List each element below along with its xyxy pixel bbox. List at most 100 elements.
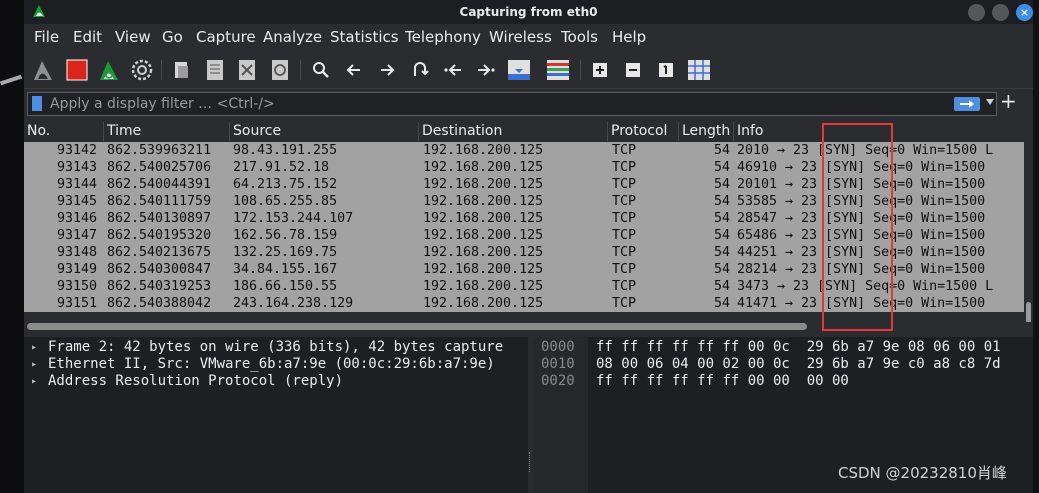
desktop-background-left [0, 0, 24, 493]
byte-hex-row[interactable]: ff ff ff ff ff ff 00 0c 29 6b a7 9e 08 0… [596, 339, 1036, 356]
packet-time: 862.540111759 [107, 194, 212, 209]
restart-capture-button[interactable] [96, 57, 122, 83]
packet-length: 54 [714, 279, 731, 294]
packet-no: 93144 [57, 177, 98, 192]
expand-arrow-icon[interactable]: ▸ [31, 339, 37, 356]
arrow-right-icon [381, 64, 395, 76]
main-toolbar [24, 52, 1033, 89]
go-forward-button[interactable] [374, 57, 400, 83]
packet-no: 93151 [57, 296, 98, 311]
toolbar-separator [300, 60, 301, 80]
reload-file-button[interactable] [267, 57, 293, 83]
go-last-packet-button[interactable] [473, 57, 499, 83]
open-file-button[interactable] [168, 57, 194, 83]
packet-destination: 192.168.200.125 [423, 194, 544, 209]
byte-hex-row[interactable]: ff ff ff ff ff ff 00 00 00 00 [596, 373, 1036, 390]
byte-hex-row[interactable]: 08 00 06 04 00 02 00 0c 29 6b a7 9e c0 a… [596, 356, 1036, 373]
menu-wireless[interactable]: Wireless [489, 28, 552, 46]
expand-arrow-icon[interactable]: ▸ [31, 373, 37, 390]
close-file-button[interactable] [234, 57, 260, 83]
packet-destination: 192.168.200.125 [423, 279, 544, 294]
pane-splitter-handle[interactable] [524, 332, 540, 335]
go-first-packet-button[interactable] [440, 57, 466, 83]
packet-protocol: TCP [612, 160, 637, 175]
detail-row-frame[interactable]: ▸ Frame 2: 42 bytes on wire (336 bits), … [24, 339, 528, 356]
csdn-watermark: CSDN @20232810肖峰 [838, 464, 1007, 482]
menu-go[interactable]: Go [162, 28, 183, 46]
packet-length: 54 [714, 296, 731, 311]
go-to-packet-button[interactable] [407, 57, 433, 83]
packet-time: 862.540319253 [107, 279, 212, 294]
column-header-protocol[interactable]: Protocol [607, 122, 667, 141]
column-header-time[interactable]: Time [103, 122, 141, 141]
zoom-out-button[interactable] [620, 57, 646, 83]
bookmark-icon[interactable] [32, 96, 42, 111]
packet-destination: 192.168.200.125 [423, 143, 544, 158]
detail-row-ethernet[interactable]: ▸ Ethernet II, Src: VMware_6b:a7:9e (00:… [24, 356, 528, 373]
capture-options-button[interactable] [129, 57, 155, 83]
column-header-source[interactable]: Source [229, 122, 281, 141]
packet-time: 862.539963211 [107, 143, 212, 158]
maximize-button[interactable] [992, 4, 1009, 21]
byte-offset: 0010 [541, 356, 575, 372]
title-bar[interactable]: Capturing from eth0 × [24, 0, 1033, 24]
zoom-in-button[interactable] [587, 57, 613, 83]
packet-protocol: TCP [612, 143, 637, 158]
auto-scroll-button[interactable] [506, 57, 532, 83]
packet-length: 54 [714, 143, 731, 158]
column-header-length[interactable]: Length [678, 122, 730, 141]
packet-protocol: TCP [612, 228, 637, 243]
zoom-in-icon [593, 63, 607, 77]
packet-list-horizontal-scrollbar-thumb[interactable] [27, 323, 807, 330]
display-filter-input[interactable] [50, 93, 950, 115]
packet-destination: 192.168.200.125 [423, 228, 544, 243]
menu-edit[interactable]: Edit [73, 28, 102, 46]
chevron-down-icon[interactable] [986, 99, 994, 105]
menu-statistics[interactable]: Statistics [330, 28, 399, 46]
menu-view[interactable]: View [115, 28, 151, 46]
packet-time: 862.540044391 [107, 177, 212, 192]
column-header-no[interactable]: No. [24, 122, 50, 141]
column-header-destination[interactable]: Destination [418, 122, 502, 141]
column-header-info[interactable]: Info [733, 122, 764, 141]
menu-capture[interactable]: Capture [196, 28, 256, 46]
packet-destination: 192.168.200.125 [423, 160, 544, 175]
menu-telephony[interactable]: Telephony [405, 28, 481, 46]
resize-columns-button[interactable] [686, 57, 712, 83]
auto-scroll-icon [508, 60, 530, 80]
menu-analyze[interactable]: Analyze [263, 28, 322, 46]
wireshark-window: Capturing from eth0 × File Edit View Go … [24, 0, 1033, 493]
menu-help[interactable]: Help [612, 28, 646, 46]
toolbar-separator [580, 60, 581, 80]
colorize-button[interactable] [545, 57, 571, 83]
close-button[interactable]: × [1016, 4, 1033, 21]
normal-size-button[interactable] [653, 57, 679, 83]
apply-filter-arrow-icon[interactable] [954, 97, 980, 111]
window-title: Capturing from eth0 [459, 5, 598, 19]
byte-offset: 0000 [541, 339, 575, 355]
minimize-button[interactable] [968, 4, 985, 21]
reload-icon [272, 60, 288, 80]
packet-list-vertical-scrollbar[interactable] [1024, 142, 1033, 324]
packet-destination: 192.168.200.125 [423, 262, 544, 277]
stop-capture-button[interactable] [64, 57, 90, 83]
packet-length: 54 [714, 177, 731, 192]
resize-columns-icon [688, 60, 710, 80]
zoom-out-icon [626, 63, 640, 77]
add-filter-button[interactable]: + [1000, 89, 1017, 113]
go-back-button[interactable] [341, 57, 367, 83]
detail-row-arp[interactable]: ▸ Address Resolution Protocol (reply) [24, 373, 528, 390]
scrollbar-thumb[interactable] [1026, 302, 1031, 324]
menu-file[interactable]: File [34, 28, 59, 46]
find-packet-button[interactable] [308, 57, 334, 83]
packet-source: 64.213.75.152 [233, 177, 338, 192]
detail-text: Address Resolution Protocol (reply) [48, 373, 344, 389]
menu-tools[interactable]: Tools [561, 28, 598, 46]
packet-no: 93147 [57, 228, 98, 243]
start-capture-button[interactable] [30, 57, 56, 83]
expand-arrow-icon[interactable]: ▸ [31, 356, 37, 373]
packet-length: 54 [714, 228, 731, 243]
save-file-button[interactable] [202, 57, 228, 83]
packet-destination: 192.168.200.125 [423, 245, 544, 260]
packet-no: 93150 [57, 279, 98, 294]
